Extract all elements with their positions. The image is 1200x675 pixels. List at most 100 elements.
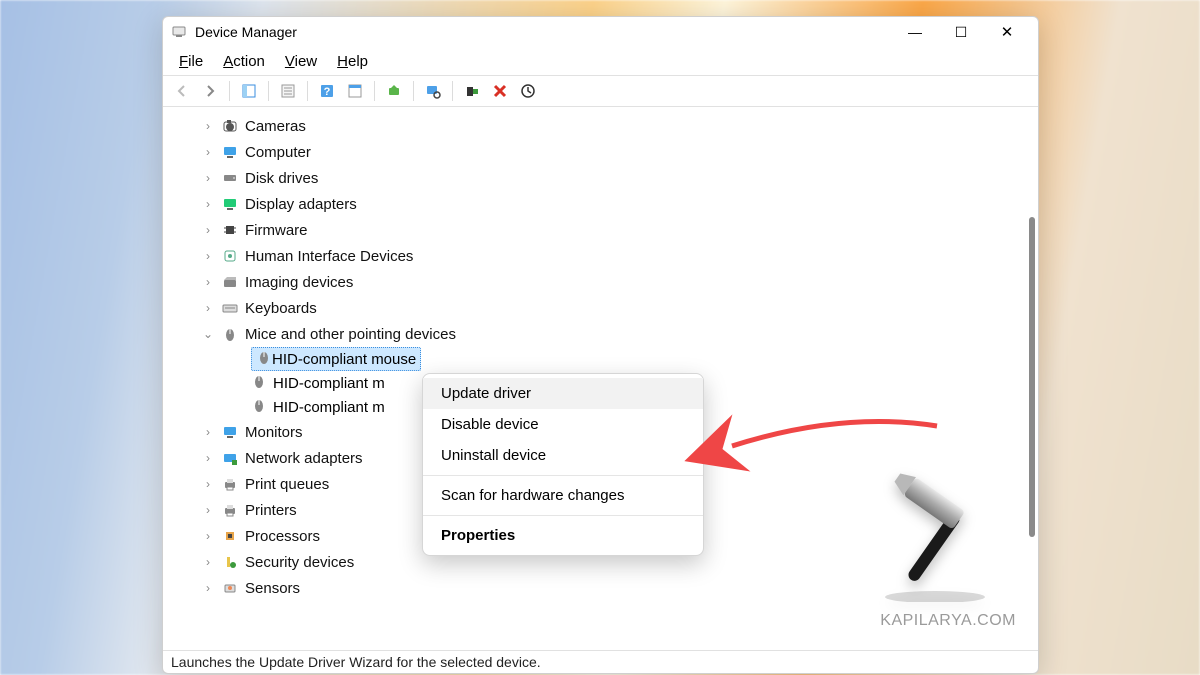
menu-view[interactable]: View	[275, 51, 327, 72]
close-button[interactable]: ✕	[984, 17, 1030, 47]
tree-category-label: Imaging devices	[245, 274, 353, 291]
menubar: File Action View Help	[163, 47, 1038, 76]
printer-icon	[221, 476, 239, 492]
ctx-separator	[423, 475, 703, 476]
network-icon	[221, 450, 239, 466]
security-icon	[221, 554, 239, 570]
monitor-icon	[221, 144, 239, 160]
statusbar-text: Launches the Update Driver Wizard for th…	[171, 654, 541, 670]
expander-closed-icon[interactable]: ›	[201, 119, 215, 133]
maximize-button[interactable]: ☐	[938, 17, 984, 47]
tree-category[interactable]: › Cameras	[181, 113, 1038, 139]
svg-text:?: ?	[324, 86, 331, 98]
expander-closed-icon[interactable]: ›	[201, 223, 215, 237]
titlebar[interactable]: Device Manager — ☐ ✕	[163, 17, 1038, 47]
forward-button[interactable]	[197, 78, 223, 104]
mouse-icon	[256, 349, 272, 369]
update-driver-button[interactable]	[381, 78, 407, 104]
expander-closed-icon[interactable]: ›	[201, 197, 215, 211]
expander-closed-icon[interactable]: ›	[201, 145, 215, 159]
tree-category[interactable]: › Firmware	[181, 217, 1038, 243]
scan-hardware-button[interactable]	[420, 78, 446, 104]
properties-button[interactable]	[275, 78, 301, 104]
tree-device-label: HID-compliant m	[273, 399, 385, 416]
expander-closed-icon[interactable]: ›	[201, 171, 215, 185]
window-title: Device Manager	[195, 24, 297, 40]
menu-help[interactable]: Help	[327, 51, 378, 72]
ctx-update-driver[interactable]: Update driver	[423, 378, 703, 409]
back-button[interactable]	[169, 78, 195, 104]
tree-device[interactable]: HID-compliant mouse	[231, 347, 1038, 371]
menu-action[interactable]: Action	[213, 51, 275, 72]
enable-device-button[interactable]	[459, 78, 485, 104]
tree-device-label: HID-compliant mouse	[272, 351, 416, 368]
ctx-disable-device[interactable]: Disable device	[423, 409, 703, 440]
help-button[interactable]: ?	[314, 78, 340, 104]
tree-category[interactable]: › Display adapters	[181, 191, 1038, 217]
app-icon	[171, 24, 187, 40]
mouse-icon	[251, 397, 267, 417]
printer-icon	[221, 502, 239, 518]
chip-icon	[221, 222, 239, 238]
tree-category-label: Printers	[245, 502, 297, 519]
ctx-uninstall-device[interactable]: Uninstall device	[423, 440, 703, 471]
tree-category[interactable]: › Imaging devices	[181, 269, 1038, 295]
minimize-button[interactable]: —	[892, 17, 938, 47]
tree-category-label: Processors	[245, 528, 320, 545]
tree-category-label: Security devices	[245, 554, 354, 571]
tree-category[interactable]: ›Keyboards	[181, 295, 1038, 321]
tree-category[interactable]: › Disk drives	[181, 165, 1038, 191]
device-manager-window: Device Manager — ☐ ✕ File Action View He…	[162, 16, 1039, 674]
toolbar: ?	[163, 76, 1038, 107]
mouse-icon	[221, 326, 239, 342]
ctx-properties[interactable]: Properties	[423, 520, 703, 551]
imaging-icon	[221, 274, 239, 290]
context-menu: Update driver Disable device Uninstall d…	[422, 373, 704, 556]
keyboard-icon	[221, 300, 239, 316]
uninstall-device-button[interactable]	[487, 78, 513, 104]
expander-open-icon[interactable]: ⌄	[201, 327, 215, 341]
tree-category-label: Firmware	[245, 222, 308, 239]
tree-category-label: Sensors	[245, 580, 300, 597]
tree-category[interactable]: ›Human Interface Devices	[181, 243, 1038, 269]
tree-category-label: Computer	[245, 144, 311, 161]
tree-category[interactable]: ⌄ Mice and other pointing devices	[181, 321, 1038, 347]
show-hide-console-tree-button[interactable]	[236, 78, 262, 104]
tree-category-label: Network adapters	[245, 450, 363, 467]
expander-closed-icon[interactable]: ›	[201, 477, 215, 491]
expander-closed-icon[interactable]: ›	[201, 503, 215, 517]
menu-file[interactable]: File	[169, 51, 213, 72]
add-legacy-hardware-button[interactable]	[515, 78, 541, 104]
monitor-icon	[221, 424, 239, 440]
expander-closed-icon[interactable]: ›	[201, 275, 215, 289]
expander-closed-icon[interactable]: ›	[201, 249, 215, 263]
tree-category[interactable]: › Sensors	[181, 575, 1038, 601]
mouse-icon	[251, 373, 267, 393]
expander-closed-icon[interactable]: ›	[201, 555, 215, 569]
tree-category-label: Mice and other pointing devices	[245, 326, 456, 343]
tree-device-label: HID-compliant m	[273, 375, 385, 392]
statusbar: Launches the Update Driver Wizard for th…	[163, 651, 1038, 673]
view-button[interactable]	[342, 78, 368, 104]
selected-device[interactable]: HID-compliant mouse	[251, 347, 421, 371]
tree-category-label: Monitors	[245, 424, 303, 441]
hid-icon	[221, 248, 239, 264]
expander-closed-icon[interactable]: ›	[201, 451, 215, 465]
tree-category-label: Cameras	[245, 118, 306, 135]
processor-icon	[221, 528, 239, 544]
ctx-scan-hardware[interactable]: Scan for hardware changes	[423, 480, 703, 511]
display-icon	[221, 196, 239, 212]
camera-icon	[221, 118, 239, 134]
expander-closed-icon[interactable]: ›	[201, 529, 215, 543]
scrollbar-thumb[interactable]	[1029, 217, 1035, 537]
sensor-icon	[221, 580, 239, 596]
tree-category-label: Print queues	[245, 476, 329, 493]
expander-closed-icon[interactable]: ›	[201, 301, 215, 315]
expander-closed-icon[interactable]: ›	[201, 425, 215, 439]
ctx-separator	[423, 515, 703, 516]
expander-closed-icon[interactable]: ›	[201, 581, 215, 595]
disk-icon	[221, 170, 239, 186]
tree-category[interactable]: › Computer	[181, 139, 1038, 165]
tree-category-label: Display adapters	[245, 196, 357, 213]
tree-category-label: Disk drives	[245, 170, 318, 187]
